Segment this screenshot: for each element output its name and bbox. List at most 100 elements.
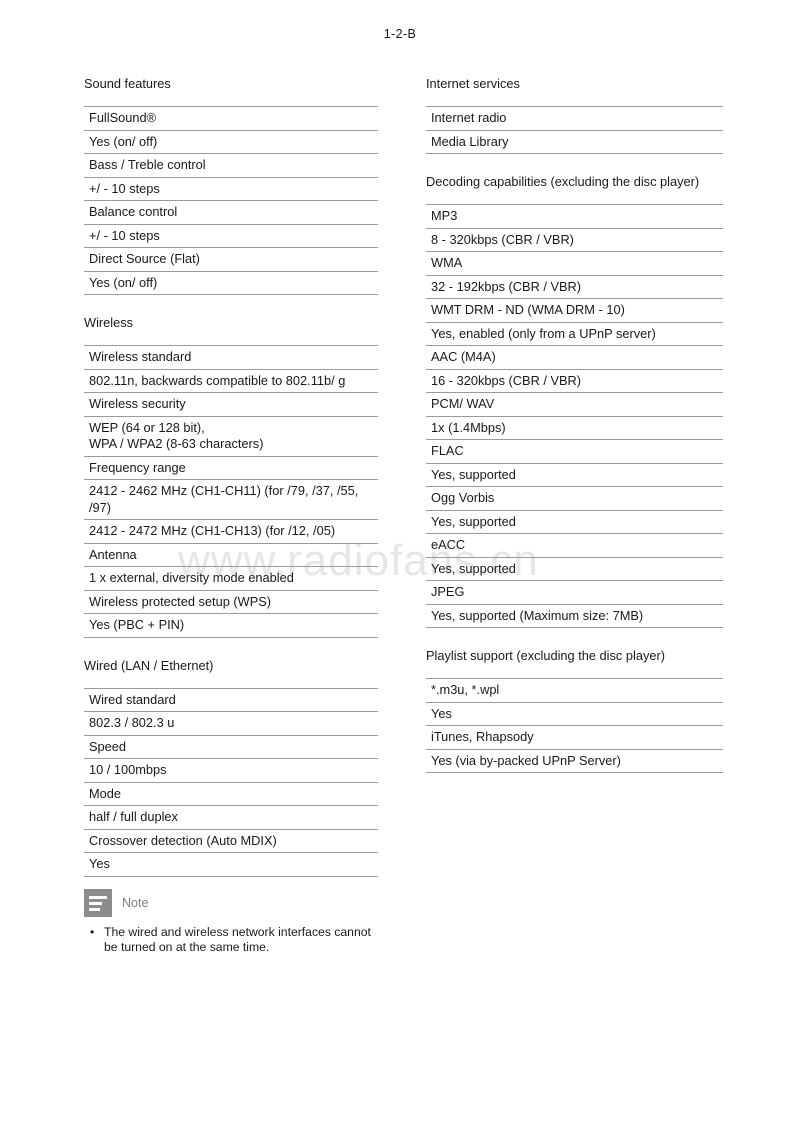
- table-row: Antenna: [84, 543, 378, 567]
- table-row: 1 x external, diversity mode enabled: [84, 566, 378, 591]
- bullet-icon: •: [90, 925, 95, 939]
- section-title: Sound features: [84, 76, 171, 91]
- spec-table: FullSound® Yes (on/ off) Bass / Treble con…: [84, 106, 378, 295]
- table-row: iTunes, Rhapsody: [426, 725, 723, 750]
- section-title: Decoding capabilities (excluding the dis…: [426, 174, 700, 189]
- table-row: +/ - 10 steps: [84, 224, 378, 248]
- section-title: Playlist support (excluding the disc pla…: [426, 648, 665, 663]
- table-row: 2412 - 2462 MHz (CH1-CH11) (for /79, /37…: [84, 479, 378, 520]
- table-cell: Yes: [84, 852, 378, 877]
- table-row: Bass / Treble control: [84, 153, 378, 178]
- table-cell: Frequency range: [84, 456, 378, 480]
- running-header: 1-2-B: [383, 27, 417, 41]
- table-row: Yes (via by-packed UPnP Server): [426, 749, 723, 773]
- note-label: Note: [122, 896, 149, 910]
- table-row: Yes (on/ off): [84, 271, 378, 295]
- table-cell: Wireless standard: [84, 345, 378, 370]
- table-row: 32 - 192kbps (CBR / VBR): [426, 275, 723, 299]
- table-cell: Yes, enabled (only from a UPnP server): [426, 322, 723, 346]
- table-cell: Media Library: [426, 130, 723, 154]
- table-cell: 1 x external, diversity mode enabled: [84, 566, 378, 591]
- right-column: Internet services Internet radio Media Lib…: [426, 76, 723, 793]
- table-cell: 16 - 320kbps (CBR / VBR): [426, 369, 723, 393]
- table-row: Mode: [84, 782, 378, 806]
- table-row: Wireless protected setup (WPS): [84, 590, 378, 614]
- table-row: Yes, supported: [426, 463, 723, 487]
- table-cell: AAC (M4A): [426, 345, 723, 370]
- table-cell: Yes, supported: [426, 557, 723, 581]
- table-row: Yes: [84, 852, 378, 877]
- spec-section: Sound features FullSound® Yes (on/ off) Bas…: [84, 76, 378, 295]
- table-row: Yes, supported: [426, 557, 723, 581]
- table-cell: 802.11n, backwards compatible to 802.11b…: [84, 369, 378, 393]
- table-cell: +/ - 10 steps: [84, 224, 378, 248]
- table-cell: Yes (via by-packed UPnP Server): [426, 749, 723, 773]
- table-row: Yes: [426, 702, 723, 726]
- table-cell: MP3: [426, 204, 723, 229]
- table-row: *.m3u, *.wpl: [426, 678, 723, 703]
- table-row: PCM/ WAV: [426, 392, 723, 417]
- note-item-list: • The wired and wireless network interfac…: [84, 925, 384, 955]
- note-lines-icon: [84, 889, 112, 917]
- table-cell: eACC: [426, 533, 723, 558]
- table-cell: WMT DRM - ND (WMA DRM - 10): [426, 298, 723, 323]
- table-cell: 2412 - 2472 MHz (CH1-CH13) (for /12, /05…: [84, 519, 378, 544]
- table-cell: Balance control: [84, 200, 378, 225]
- table-row: 8 - 320kbps (CBR / VBR): [426, 228, 723, 252]
- table-row: Crossover detection (Auto MDIX): [84, 829, 378, 853]
- spec-section: Playlist support (excluding the disc pla…: [426, 648, 723, 773]
- table-row: Balance control: [84, 200, 378, 225]
- table-cell: Yes, supported: [426, 463, 723, 487]
- table-cell: Crossover detection (Auto MDIX): [84, 829, 378, 853]
- table-cell: *.m3u, *.wpl: [426, 678, 723, 703]
- table-row: Wireless security: [84, 392, 378, 417]
- table-cell: 8 - 320kbps (CBR / VBR): [426, 228, 723, 252]
- table-cell: PCM/ WAV: [426, 392, 723, 417]
- spec-section: Decoding capabilities (excluding the dis…: [426, 174, 723, 628]
- spec-section: Wired (LAN / Ethernet) Wired standard 802.…: [84, 658, 378, 877]
- table-cell: Ogg Vorbis: [426, 486, 723, 511]
- note-item: • The wired and wireless network interfac…: [84, 925, 384, 955]
- table-cell: FullSound®: [84, 106, 378, 131]
- table-cell: Antenna: [84, 543, 378, 567]
- spec-table: Internet radio Media Library: [426, 106, 723, 154]
- table-row: eACC: [426, 533, 723, 558]
- table-cell: WEP (64 or 128 bit), WPA / WPA2 (8-63 cha…: [84, 416, 378, 457]
- table-row: Direct Source (Flat): [84, 247, 378, 272]
- document-page: 1-2-B www.radiofans.cn Sound features Ful…: [0, 0, 800, 1133]
- table-cell: Wireless protected setup (WPS): [84, 590, 378, 614]
- table-cell: Yes, supported: [426, 510, 723, 534]
- table-row: Frequency range: [84, 456, 378, 480]
- note-header: Note: [84, 889, 384, 917]
- table-row: Yes, supported: [426, 510, 723, 534]
- note-item-text: The wired and wireless network interface…: [104, 925, 371, 954]
- spec-table: MP3 8 - 320kbps (CBR / VBR) WMA 32 - 192kbp…: [426, 204, 723, 628]
- table-row: Yes, supported (Maximum size: 7MB): [426, 604, 723, 628]
- table-cell: Wired standard: [84, 688, 378, 712]
- table-row: WEP (64 or 128 bit), WPA / WPA2 (8-63 cha…: [84, 416, 378, 457]
- table-row: JPEG: [426, 580, 723, 605]
- table-row: 10 / 100mbps: [84, 758, 378, 783]
- table-cell: Bass / Treble control: [84, 153, 378, 178]
- table-row: Speed: [84, 735, 378, 759]
- table-cell: half / full duplex: [84, 805, 378, 830]
- table-cell: 1x (1.4Mbps): [426, 416, 723, 440]
- table-cell: Mode: [84, 782, 378, 806]
- table-row: Yes (PBC + PIN): [84, 613, 378, 638]
- table-row: 1x (1.4Mbps): [426, 416, 723, 440]
- table-row: Ogg Vorbis: [426, 486, 723, 511]
- table-cell: iTunes, Rhapsody: [426, 725, 723, 750]
- table-cell: Direct Source (Flat): [84, 247, 378, 272]
- table-cell: Yes: [426, 702, 723, 726]
- table-row: 16 - 320kbps (CBR / VBR): [426, 369, 723, 393]
- table-cell: Yes (on/ off): [84, 271, 378, 295]
- table-row: WMA: [426, 251, 723, 276]
- table-cell: +/ - 10 steps: [84, 177, 378, 201]
- table-row: Yes, enabled (only from a UPnP server): [426, 322, 723, 346]
- section-title: Wired (LAN / Ethernet): [84, 657, 214, 673]
- table-row: 802.3 / 802.3 u: [84, 711, 378, 736]
- table-cell: Yes (on/ off): [84, 130, 378, 154]
- spec-table: Wireless standard 802.11n, backwards comp…: [84, 345, 378, 638]
- table-cell: 802.3 / 802.3 u: [84, 711, 378, 736]
- table-cell: JPEG: [426, 580, 723, 605]
